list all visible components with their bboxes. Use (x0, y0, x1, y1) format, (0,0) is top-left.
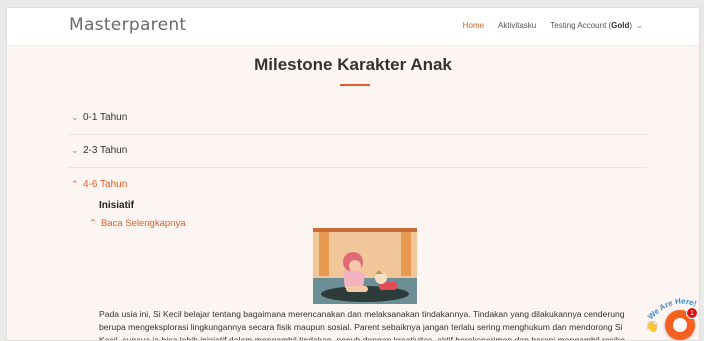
chat-widget: We Are Here! 👋 1 (637, 296, 699, 340)
accordion-item-0-1[interactable]: ⌄ 0-1 Tahun (69, 102, 647, 135)
accordion-label: 4-6 Tahun (83, 179, 128, 190)
read-more-toggle[interactable]: ⌃ Baca Selengkapnya (89, 218, 185, 229)
child-playing-illustration (313, 228, 417, 304)
accordion-item-2-3[interactable]: ⌄ 2-3 Tahun (69, 135, 647, 168)
page-title: Milestone Karakter Anak (254, 55, 452, 74)
chevron-up-icon: ⌃ (89, 218, 97, 229)
notification-badge: 1 (686, 307, 698, 319)
chat-bubble-icon (673, 318, 687, 332)
nav-account-menu[interactable]: Testing Account (Gold) ⌄ (550, 21, 643, 30)
accordion-label: 0-1 Tahun (83, 112, 128, 123)
account-suffix: ) (629, 21, 633, 30)
chevron-down-icon: ⌄ (71, 145, 79, 155)
brand-logo[interactable]: Masterparent (69, 15, 186, 35)
chevron-down-icon: ⌄ (71, 112, 79, 122)
chevron-down-icon: ⌄ (636, 21, 643, 30)
nav-activities[interactable]: Aktivitasku (498, 21, 536, 30)
title-divider (340, 84, 370, 86)
section-paragraph: Pada usia ini, Si Kecil belajar tentang … (99, 309, 625, 341)
chat-launcher-button[interactable]: 1 (665, 307, 698, 340)
top-navbar: Masterparent Home Aktivitasku Testing Ac… (7, 8, 699, 46)
main-nav: Home Aktivitasku Testing Account (Gold) … (449, 21, 643, 30)
read-more-label: Baca Selengkapnya (100, 218, 186, 229)
section-heading: Inisiatif (99, 200, 135, 211)
account-tier: Gold (611, 21, 630, 30)
accordion-label: 2-3 Tahun (83, 145, 128, 156)
account-prefix: Testing Account ( (550, 21, 612, 30)
browser-viewport: Masterparent Home Aktivitasku Testing Ac… (6, 7, 700, 341)
accordion-item-4-6[interactable]: ⌃ 4-6 Tahun (69, 169, 647, 202)
nav-home[interactable]: Home (463, 21, 484, 30)
chevron-up-icon: ⌃ (71, 179, 79, 189)
waving-hand-icon: 👋 (645, 321, 659, 333)
